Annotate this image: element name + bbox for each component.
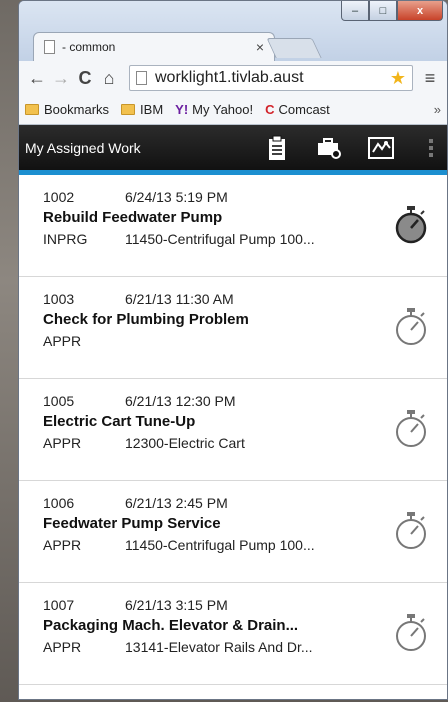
work-order-asset: 11450-Centrifugal Pump 100...: [125, 231, 315, 247]
folder-icon: [25, 104, 39, 115]
menu-icon[interactable]: ≡: [419, 68, 441, 89]
browser-toolbar: ← → C ⌂ worklight1.tivlab.aust ★ ≡: [19, 61, 447, 95]
map-icon[interactable]: [361, 131, 401, 165]
more-icon[interactable]: [421, 138, 441, 157]
work-order-title: Check for Plumbing Problem: [43, 311, 249, 328]
close-button[interactable]: x: [397, 1, 443, 21]
maximize-button[interactable]: □: [369, 1, 397, 21]
comcast-icon: C: [265, 102, 275, 117]
minimize-button[interactable]: –: [341, 1, 369, 21]
toolbox-icon[interactable]: [309, 131, 349, 165]
url-text: worklight1.tivlab.aust: [155, 69, 304, 86]
forward-icon[interactable]: →: [49, 68, 73, 89]
work-order-title: Feedwater Pump Service: [43, 515, 221, 532]
work-order-id: 1006: [43, 495, 75, 511]
work-order-asset: 11450-Centrifugal Pump 100...: [125, 537, 315, 553]
work-order-id: 1003: [43, 291, 75, 307]
work-order-id: 1002: [43, 189, 75, 205]
bookmark-ibm[interactable]: IBM: [121, 102, 163, 117]
stopwatch-icon[interactable]: [393, 613, 429, 653]
page-title: My Assigned Work: [25, 139, 141, 156]
back-icon[interactable]: ←: [25, 68, 49, 89]
page-icon: [44, 40, 55, 54]
bookmark-label: My Yahoo!: [192, 102, 254, 117]
address-bar[interactable]: worklight1.tivlab.aust ★: [129, 65, 413, 91]
app-header: My Assigned Work: [19, 125, 447, 175]
window-controls: – □ x: [341, 1, 443, 21]
work-order-status: APPR: [43, 639, 82, 655]
work-order-title: Rebuild Feedwater Pump: [43, 209, 223, 226]
page-icon: [136, 71, 147, 85]
stopwatch-icon[interactable]: [393, 511, 429, 551]
clipboard-icon[interactable]: [257, 131, 297, 165]
work-order-date: 6/21/13 3:15 PM: [125, 597, 228, 613]
list-item[interactable]: 1002 6/24/13 5:19 PM Rebuild Feedwater Pu…: [19, 175, 447, 277]
work-order-list: 1002 6/24/13 5:19 PM Rebuild Feedwater Pu…: [19, 175, 447, 699]
work-order-date: 6/21/13 11:30 AM: [125, 291, 234, 307]
browser-window: – □ x - common × ← → C ⌂ worklight1.tivl…: [18, 0, 448, 700]
list-item[interactable]: 1007 6/21/13 3:15 PM Packaging Mach. Elev…: [19, 583, 447, 685]
bookmarks-bar: Bookmarks IBM Y! My Yahoo! C Comcast »: [19, 95, 447, 125]
work-order-asset: 13141-Elevator Rails And Dr...: [125, 639, 313, 655]
bookmark-my-yahoo[interactable]: Y! My Yahoo!: [175, 102, 253, 117]
work-order-status: APPR: [43, 537, 82, 553]
work-order-status: APPR: [43, 333, 82, 349]
bookmarks-overflow-icon[interactable]: »: [434, 102, 441, 117]
work-order-title: Electric Cart Tune-Up: [43, 413, 196, 430]
new-tab-button[interactable]: [266, 38, 322, 58]
work-order-date: 6/21/13 12:30 PM: [125, 393, 236, 409]
work-order-date: 6/21/13 2:45 PM: [125, 495, 228, 511]
stopwatch-icon[interactable]: [393, 307, 429, 347]
star-icon[interactable]: ★: [390, 68, 406, 89]
home-icon[interactable]: ⌂: [97, 68, 121, 89]
work-order-status: INPRG: [43, 231, 88, 247]
bookmark-bookmarks[interactable]: Bookmarks: [25, 102, 109, 117]
list-item[interactable]: 1006 6/21/13 2:45 PM Feedwater Pump Servi…: [19, 481, 447, 583]
work-order-date: 6/24/13 5:19 PM: [125, 189, 228, 205]
work-order-asset: 12300-Electric Cart: [125, 435, 245, 451]
stopwatch-icon[interactable]: [393, 205, 429, 245]
bookmark-label: Bookmarks: [44, 102, 110, 117]
work-order-id: 1005: [43, 393, 75, 409]
browser-tab[interactable]: - common ×: [33, 32, 275, 61]
reload-icon[interactable]: C: [73, 68, 97, 89]
list-item[interactable]: 1003 6/21/13 11:30 AM Check for Plumbing …: [19, 277, 447, 379]
bookmark-label: Comcast: [278, 102, 330, 117]
work-order-title: Packaging Mach. Elevator & Drain...: [43, 617, 299, 634]
list-item[interactable]: 1005 6/21/13 12:30 PM Electric Cart Tune-…: [19, 379, 447, 481]
work-order-id: 1007: [43, 597, 75, 613]
tab-close-icon[interactable]: ×: [256, 39, 264, 55]
yahoo-icon: Y!: [175, 102, 189, 117]
stopwatch-icon[interactable]: [393, 409, 429, 449]
bookmark-comcast[interactable]: C Comcast: [265, 102, 330, 117]
folder-icon: [121, 104, 136, 115]
bookmark-label: IBM: [140, 102, 164, 117]
work-order-status: APPR: [43, 435, 82, 451]
tab-title: - common: [62, 40, 116, 54]
work-order-asset: [125, 333, 345, 349]
title-bar: – □ x - common ×: [19, 1, 447, 61]
